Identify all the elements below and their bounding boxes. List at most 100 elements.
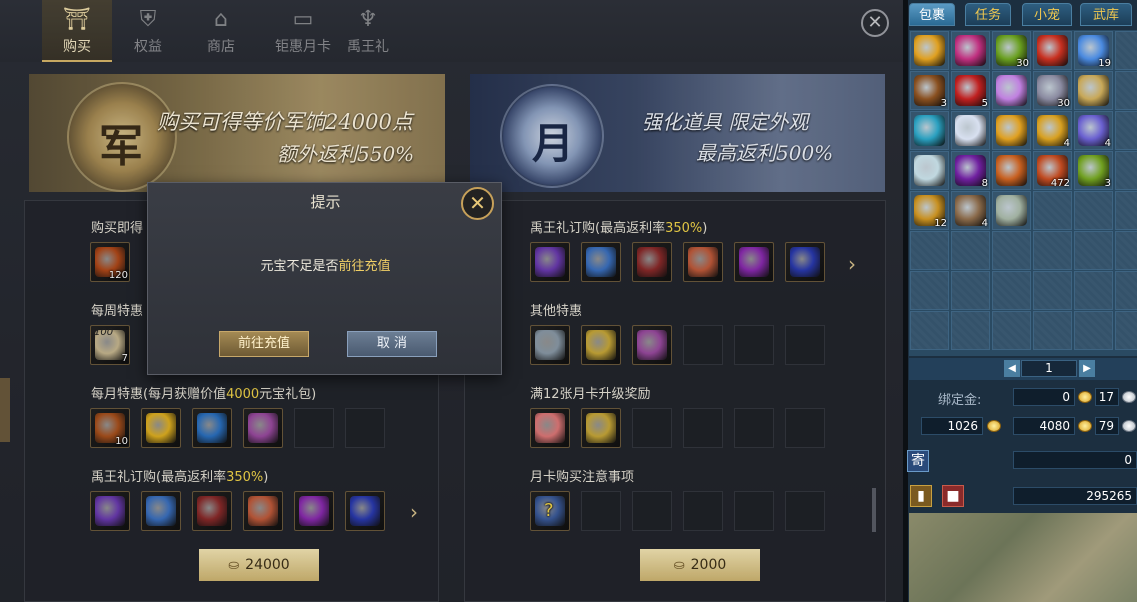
gold-ingot-icon (987, 420, 1001, 432)
item-count: 30 (1057, 98, 1070, 109)
inventory-item[interactable]: 19 (1074, 31, 1113, 70)
inventory-slot[interactable] (1074, 311, 1113, 350)
prompt-dialog: 提示 ✕ 元宝不足是否前往充值 前往充值 取 消 (147, 182, 502, 375)
inventory-slot[interactable] (1115, 71, 1137, 110)
item-count: 12 (934, 218, 947, 229)
inventory-slot[interactable] (1033, 271, 1072, 310)
dialog-message: 元宝不足是否前往充值 (260, 259, 391, 274)
item-icon (955, 35, 986, 66)
inventory-item[interactable]: 3 (1074, 151, 1113, 190)
inventory-slot[interactable] (1033, 311, 1072, 350)
inventory-slot[interactable] (1115, 311, 1137, 350)
item-count: 30 (1016, 58, 1029, 69)
item-icon (1078, 75, 1109, 106)
recharge-button[interactable]: 前往充值 (219, 331, 309, 357)
inventory-slot[interactable] (992, 231, 1031, 270)
prev-page-button[interactable]: ◀ (1004, 360, 1020, 377)
inventory-item[interactable] (951, 31, 990, 70)
item-icon (996, 75, 1027, 106)
item-count: 472 (1050, 178, 1070, 189)
inventory-item[interactable] (1033, 31, 1072, 70)
inventory-grid: 30 19 3 5 30 4 4 8 472 3 12 4 (909, 30, 1137, 356)
inventory-item[interactable] (992, 151, 1031, 190)
inventory-item[interactable]: 30 (992, 31, 1031, 70)
inventory-slot[interactable] (1115, 191, 1137, 230)
item-icon (914, 115, 945, 146)
inventory-item[interactable]: 3 (910, 71, 949, 110)
inventory-slot[interactable] (1115, 231, 1137, 270)
inventory-item[interactable] (992, 111, 1031, 150)
tab-bag[interactable]: 包裹 (909, 3, 955, 26)
inventory-slot[interactable] (1033, 191, 1072, 230)
silver-ingot-icon (1122, 391, 1136, 403)
inventory-item[interactable]: 472 (1033, 151, 1072, 190)
inventory-item[interactable]: 12 (910, 191, 949, 230)
inventory-slot[interactable] (910, 311, 949, 350)
divider (903, 0, 908, 602)
gold-ingot-icon (1078, 420, 1092, 432)
inventory-item[interactable] (910, 31, 949, 70)
tab-pets[interactable]: 小宠 (1022, 3, 1072, 26)
money-silver-value: 79 (1095, 417, 1119, 435)
inventory-item[interactable]: 4 (951, 191, 990, 230)
bound-gold-value: 0 (1013, 388, 1075, 406)
inventory-slot[interactable] (951, 231, 990, 270)
item-count: 19 (1098, 58, 1111, 69)
inventory-slot[interactable] (1115, 151, 1137, 190)
inventory-item[interactable] (1074, 71, 1113, 110)
item-icon (955, 115, 986, 146)
inventory-slot[interactable] (910, 271, 949, 310)
points-value: 295265 (1013, 487, 1137, 505)
item-count: 5 (981, 98, 988, 109)
inventory-item[interactable] (951, 111, 990, 150)
dialog-close-button[interactable]: ✕ (461, 187, 494, 220)
world-scenery (909, 513, 1137, 602)
money-value: 4080 (1013, 417, 1075, 435)
inventory-slot[interactable] (1033, 231, 1072, 270)
page-number: 1 (1021, 360, 1077, 377)
dialog-title: 提示 (310, 193, 341, 211)
bound-gold-label: 绑定金: (938, 393, 982, 408)
inventory-item[interactable]: 4 (1033, 111, 1072, 150)
item-icon (996, 155, 1027, 186)
item-count: 4 (1063, 138, 1070, 149)
tab-tasks[interactable]: 任务 (965, 3, 1011, 26)
cancel-button[interactable]: 取 消 (347, 331, 437, 357)
inventory-slot[interactable] (910, 231, 949, 270)
item-icon (996, 195, 1027, 226)
inventory-slot[interactable] (1115, 271, 1137, 310)
gift-box-icon[interactable]: ■ (942, 485, 964, 507)
inventory-slot[interactable] (951, 271, 990, 310)
inventory-slot[interactable] (992, 271, 1031, 310)
inventory-item[interactable] (910, 151, 949, 190)
inventory-slot[interactable] (1074, 271, 1113, 310)
consign-value: 0 (1013, 451, 1137, 469)
inventory-item[interactable]: 30 (1033, 71, 1072, 110)
game-screen: ⛩ 购买 ⛨ 权益 ⌂ 商店 ▭ 钜惠月卡 ♆ 禹王礼 ✕ 军 购买可得等价军饷24000… (0, 0, 1137, 602)
inventory-item[interactable]: 4 (1074, 111, 1113, 150)
next-page-button[interactable]: ▶ (1079, 360, 1095, 377)
consign-icon[interactable]: 寄 (907, 450, 929, 472)
inventory-slot[interactable] (1115, 31, 1137, 70)
inventory-slot[interactable] (992, 311, 1031, 350)
item-count: 3 (1104, 178, 1111, 189)
inventory-item[interactable]: 5 (951, 71, 990, 110)
inventory-item[interactable] (992, 191, 1031, 230)
item-icon (1037, 35, 1068, 66)
inventory-slot[interactable] (951, 311, 990, 350)
item-count: 8 (981, 178, 988, 189)
silver-ingot-icon (1122, 420, 1136, 432)
item-count: 4 (981, 218, 988, 229)
shop-window: ⛩ 购买 ⛨ 权益 ⌂ 商店 ▭ 钜惠月卡 ♆ 禹王礼 ✕ 军 购买可得等价军饷24000… (0, 0, 905, 602)
inventory-item[interactable] (910, 111, 949, 150)
inventory-item[interactable] (992, 71, 1031, 110)
item-count: 4 (1104, 138, 1111, 149)
tab-armory[interactable]: 武库 (1080, 3, 1132, 26)
inventory-item[interactable]: 8 (951, 151, 990, 190)
inventory-slot[interactable] (1074, 191, 1113, 230)
close-icon: ✕ (469, 191, 486, 215)
gold-ingot-icon (1078, 391, 1092, 403)
inventory-slot[interactable] (1115, 111, 1137, 150)
inventory-slot[interactable] (1074, 231, 1113, 270)
scroll-icon[interactable]: ▮ (910, 485, 932, 507)
